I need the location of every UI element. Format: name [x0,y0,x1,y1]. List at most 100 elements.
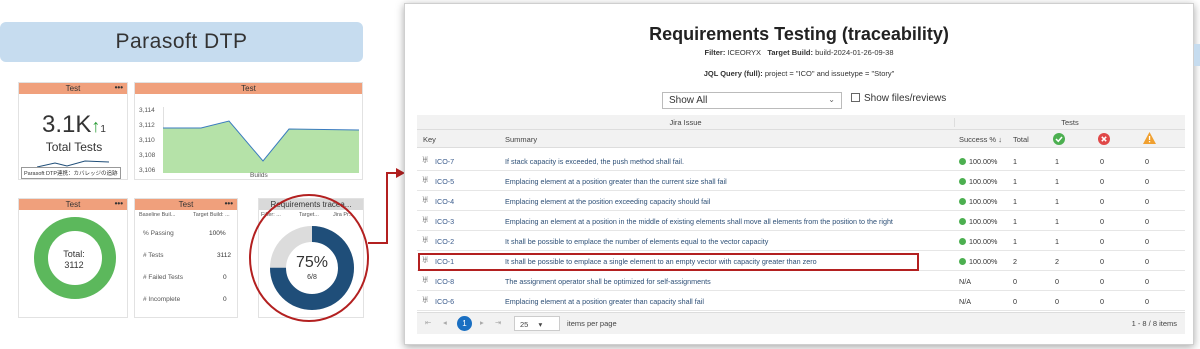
requirements-report-panel: Requirements Testing (traceability) Filt… [404,3,1194,345]
show-filter-select[interactable]: Show All ⌄ [662,92,842,109]
passed-value: 1 [1055,177,1059,186]
success-value: N/A [959,277,971,286]
success-cell: 100.00% [959,177,997,186]
success-cell: N/A [959,297,971,306]
check-icon [959,178,966,185]
highlight-box [418,253,919,271]
issue-key-link[interactable]: ICO-2 [435,237,454,246]
total-value: 1 [1013,237,1017,246]
success-value: 100.00% [969,257,998,266]
total-value: 1 [1013,157,1017,166]
requirement-icon: ♅ [421,174,430,186]
table-row[interactable]: ♅ ICO-4 Emplacing element at the position … [417,191,1185,211]
table-row[interactable]: ♅ ICO-8 The assignment operator shall be o… [417,271,1185,291]
success-value: 100.00% [969,237,998,246]
build-value: build-2024-01-26-09-38 [815,48,894,57]
check-icon [959,158,966,165]
build-label: Target Build: [767,48,814,57]
callout-connector [249,168,405,322]
table-row[interactable]: ♅ ICO-3 Emplacing an element at a position… [417,211,1185,231]
total-value: 1 [1013,197,1017,206]
prev-page-icon[interactable]: ◂ [443,318,447,327]
jql-value: project = "ICO" and issuetype = "Story" [764,69,895,78]
total-value: 1 [1013,217,1017,226]
total-value: 0 [1013,297,1017,306]
warning-icon [1143,132,1156,144]
warning-value: 0 [1145,217,1149,226]
issue-key-link[interactable]: ICO-4 [435,197,454,206]
issue-summary: It shall be possible to emplace the numb… [505,237,769,246]
check-icon [959,198,966,205]
success-value: 100.00% [969,157,998,166]
issue-summary: If stack capacity is exceeded, the push … [505,157,684,166]
warning-value: 0 [1145,297,1149,306]
failed-value: 0 [1100,237,1104,246]
col-summary[interactable]: Summary [505,135,537,144]
report-filter-line: Filter: ICEORYX Target Build: build-2024… [405,48,1193,57]
passed-icon [1053,133,1065,145]
issue-summary: Emplacing element at the position exceed… [505,197,711,206]
failed-value: 0 [1100,157,1104,166]
failed-value: 0 [1100,277,1104,286]
warning-value: 0 [1145,197,1149,206]
requirement-icon: ♅ [421,154,430,166]
checkbox-label: Show files/reviews [864,93,947,104]
per-page-select[interactable]: 25 ▾ [514,316,560,331]
success-value: 100.00% [969,217,998,226]
background-banner-edge [1194,44,1200,66]
last-page-icon[interactable]: ⇥ [495,318,501,327]
requirement-icon: ♅ [421,194,430,206]
issue-summary: Emplacing an element at a position in th… [505,217,893,226]
success-cell: 100.00% [959,217,997,226]
table-row[interactable]: ♅ ICO-7 If stack capacity is exceeded, the… [417,151,1185,171]
total-value: 0 [1013,277,1017,286]
select-value: Show All [669,95,708,106]
requirement-icon: ♅ [421,234,430,246]
passed-value: 1 [1055,217,1059,226]
total-value: 2 [1013,257,1017,266]
caret-down-icon: ▾ [538,320,543,329]
group-jira-issue: Jira Issue [417,118,955,127]
check-icon [959,218,966,225]
first-page-icon[interactable]: ⇤ [425,318,431,327]
passed-value: 0 [1055,297,1059,306]
filter-value: ICEORYX [727,48,762,57]
warning-value: 0 [1145,157,1149,166]
issue-key-link[interactable]: ICO-6 [435,297,454,306]
table-row[interactable]: ♅ ICO-5 Emplacing element at a position gr… [417,171,1185,191]
failed-value: 0 [1100,177,1104,186]
col-success[interactable]: Success % ↓ [959,135,1002,144]
current-page-button[interactable]: 1 [457,316,472,331]
issue-key-link[interactable]: ICO-8 [435,277,454,286]
table-column-header: Key Summary Success % ↓ Total [417,130,1185,148]
warning-value: 0 [1145,277,1149,286]
sort-down-icon: ↓ [998,135,1002,144]
passed-value: 1 [1055,237,1059,246]
pagination-bar: ⇤ ◂ 1 ▸ ⇥ 25 ▾ items per page 1 - 8 / 8 … [417,312,1185,334]
table-row[interactable]: ♅ ICO-2 It shall be possible to emplace th… [417,231,1185,251]
success-cell: 100.00% [959,257,997,266]
success-cell: N/A [959,277,971,286]
requirement-icon: ♅ [421,214,430,226]
filter-label: Filter: [704,48,726,57]
group-tests: Tests [1061,118,1079,127]
col-success-label: Success % [959,135,997,144]
issue-key-link[interactable]: ICO-5 [435,177,454,186]
passed-value: 1 [1055,197,1059,206]
success-cell: 100.00% [959,157,997,166]
failed-value: 0 [1100,197,1104,206]
issue-summary: Emplacing element at a position greater … [505,177,727,186]
show-files-checkbox[interactable] [851,93,860,102]
issue-key-link[interactable]: ICO-3 [435,217,454,226]
issue-key-link[interactable]: ICO-7 [435,157,454,166]
issue-summary: The assignment operator shall be optimiz… [505,277,711,286]
passed-value: 1 [1055,157,1059,166]
items-range: 1 - 8 / 8 items [1131,319,1177,328]
check-icon [959,258,966,265]
next-page-icon[interactable]: ▸ [480,318,484,327]
warning-value: 0 [1145,237,1149,246]
report-title: Requirements Testing (traceability) [649,24,949,44]
col-key[interactable]: Key [423,135,436,144]
col-total[interactable]: Total [1013,135,1029,144]
table-row[interactable]: ♅ ICO-6 Emplacing element at a position gr… [417,291,1185,311]
